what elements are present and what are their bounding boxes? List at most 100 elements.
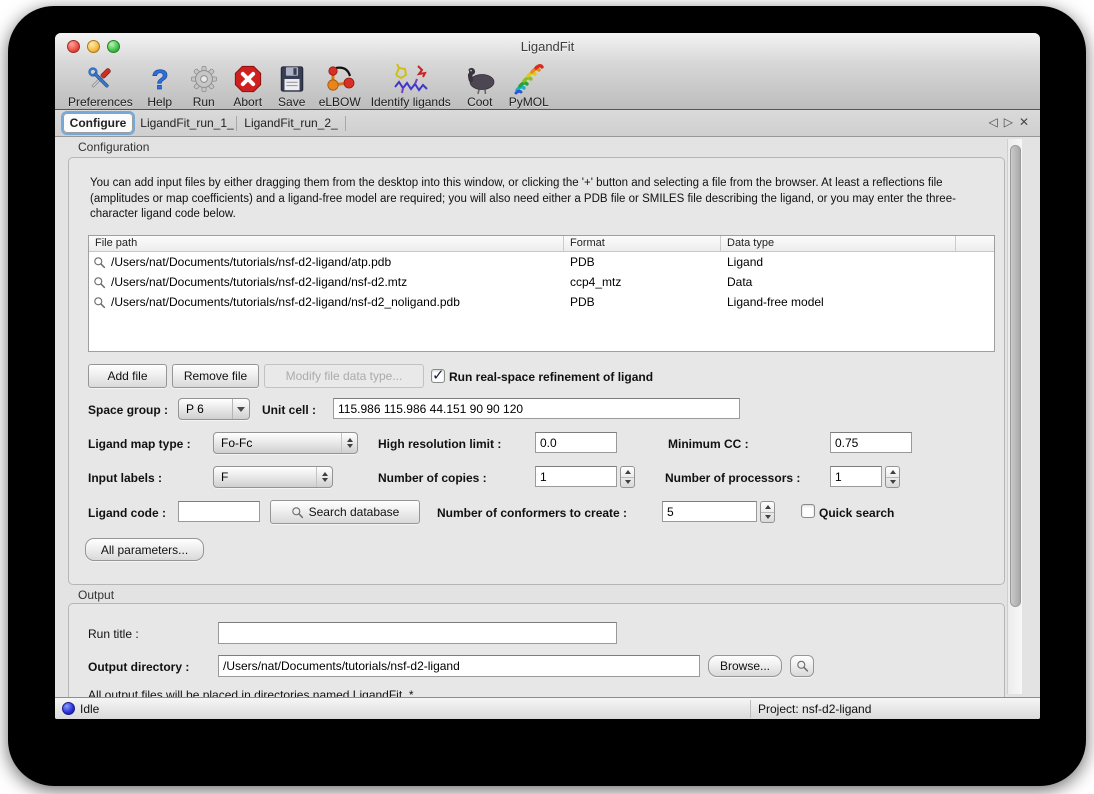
instructions-text: You can add input files by either draggi… [90,176,987,223]
magnifier-icon[interactable] [93,256,106,269]
output-groupbox [68,603,1005,697]
ligand-code-input[interactable] [178,501,260,522]
number-of-conformers-input[interactable] [662,501,757,522]
pymol-helix-icon [512,63,546,95]
toolbar: Preferences ? Help [61,61,554,109]
magnifier-icon[interactable] [93,276,106,289]
minimum-cc-label: Minimum CC : [668,437,749,451]
table-row[interactable]: /Users/nat/Documents/tutorials/nsf-d2-li… [89,292,994,312]
elbow-button[interactable]: eLBOW [314,63,366,109]
preferences-button[interactable]: Preferences [61,63,138,109]
all-parameters-button[interactable]: All parameters... [85,538,204,561]
status-separator [750,700,751,718]
run-title-input[interactable] [218,622,617,644]
number-of-processors-label: Number of processors : [665,471,800,485]
quick-search-checkbox[interactable]: ✓ [801,504,815,518]
toolbar-item-label: Run [193,95,215,109]
ligand-map-type-select[interactable]: Fo-Fc [213,432,358,454]
help-button[interactable]: ? Help [138,63,182,109]
add-file-button[interactable]: Add file [88,364,167,388]
popup-arrows-icon [316,467,332,487]
file-data-type: Ligand [721,255,956,269]
tab-nav: ◁ ▷ ✕ [988,115,1029,129]
toolbar-item-label: Coot [467,95,492,109]
modify-file-data-type-button[interactable]: Modify file data type... [264,364,424,388]
tab-scroll-left-icon[interactable]: ◁ [988,115,997,129]
high-resolution-limit-label: High resolution limit : [378,437,501,451]
high-resolution-limit-input[interactable] [535,432,617,453]
output-note-text: All output files will be placed in direc… [88,688,414,697]
browse-button[interactable]: Browse... [708,655,782,677]
coot-bird-icon [461,63,499,95]
stepper-up-icon[interactable] [621,467,634,478]
tab-scroll-right-icon[interactable]: ▷ [1004,115,1013,129]
file-format: ccp4_mtz [564,275,721,289]
toolbar-item-label: eLBOW [319,95,361,109]
magnifier-icon[interactable] [93,296,106,309]
scrollbar-thumb[interactable] [1010,145,1021,607]
status-bar: Idle Project: nsf-d2-ligand [55,697,1040,719]
pymol-button[interactable]: PyMOL [504,63,554,109]
file-path: /Users/nat/Documents/tutorials/nsf-d2-li… [111,295,460,309]
number-of-processors-input[interactable] [830,466,882,487]
configuration-group-label: Configuration [78,140,149,154]
number-of-copies-stepper[interactable] [620,466,635,488]
window-title: LigandFit [55,39,1040,54]
unit-cell-input[interactable] [333,398,740,419]
table-row[interactable]: /Users/nat/Documents/tutorials/nsf-d2-li… [89,252,994,272]
tab-ligandfit-run-1[interactable]: LigandFit_run_1_ [139,113,235,133]
input-labels-select[interactable]: F [213,466,333,488]
file-format: PDB [564,295,721,309]
tools-icon [83,63,117,95]
stepper-down-icon[interactable] [621,478,634,488]
number-of-conformers-stepper[interactable] [760,501,775,523]
table-row[interactable]: /Users/nat/Documents/tutorials/nsf-d2-li… [89,272,994,292]
toolbar-item-label: PyMOL [509,95,549,109]
check-mark-icon: ✓ [432,366,445,384]
open-directory-magnifier-button[interactable] [790,655,814,677]
ligand-structures-icon [389,63,433,95]
search-database-button[interactable]: Search database [270,500,420,524]
magnifier-icon [796,659,809,673]
input-file-table[interactable]: File path Format Data type /Users/nat/Do… [88,235,995,352]
stepper-up-icon[interactable] [761,502,774,513]
column-header-format[interactable]: Format [564,236,721,251]
identify-ligands-button[interactable]: Identify ligands [366,63,456,109]
space-group-select[interactable]: P 6 [178,398,250,420]
toolbar-item-label: Abort [233,95,262,109]
minimum-cc-input[interactable] [830,432,912,453]
save-button[interactable]: Save [270,63,314,109]
remove-file-button[interactable]: Remove file [172,364,259,388]
stepper-down-icon[interactable] [886,478,899,488]
tab-label: LigandFit_run_2_ [244,116,337,130]
abort-button[interactable]: Abort [226,63,270,109]
popup-arrows-icon [341,433,357,453]
tab-close-icon[interactable]: ✕ [1019,115,1029,129]
space-group-label: Space group : [88,403,168,417]
toolbar-item-label: Save [278,95,305,109]
table-header: File path Format Data type [89,236,994,252]
ligandfit-window: LigandFit Preferences [55,33,1040,719]
realspace-refinement-checkbox[interactable]: ✓ [431,369,445,383]
space-group-value: P 6 [179,402,232,416]
tab-label: Configure [70,116,127,130]
column-header-file-path[interactable]: File path [89,236,564,251]
number-of-processors-stepper[interactable] [885,466,900,488]
vertical-scrollbar[interactable] [1007,139,1022,694]
output-directory-input[interactable] [218,655,700,677]
number-of-copies-input[interactable] [535,466,617,487]
file-data-type: Data [721,275,956,289]
stepper-down-icon[interactable] [761,513,774,523]
stepper-up-icon[interactable] [886,467,899,478]
tab-configure[interactable]: Configure [63,113,133,133]
configure-panel: Configuration You can add input files by… [55,137,1040,697]
tab-ligandfit-run-2[interactable]: LigandFit_run_2_ [241,113,341,133]
run-title-label: Run title : [88,627,139,641]
toolbar-item-label: Preferences [68,95,133,109]
run-button[interactable]: Run [182,63,226,109]
toolbar-item-label: Help [147,95,172,109]
coot-button[interactable]: Coot [456,63,504,109]
stop-x-icon [231,63,265,95]
column-header-data-type[interactable]: Data type [721,236,956,251]
search-database-label: Search database [309,505,400,519]
